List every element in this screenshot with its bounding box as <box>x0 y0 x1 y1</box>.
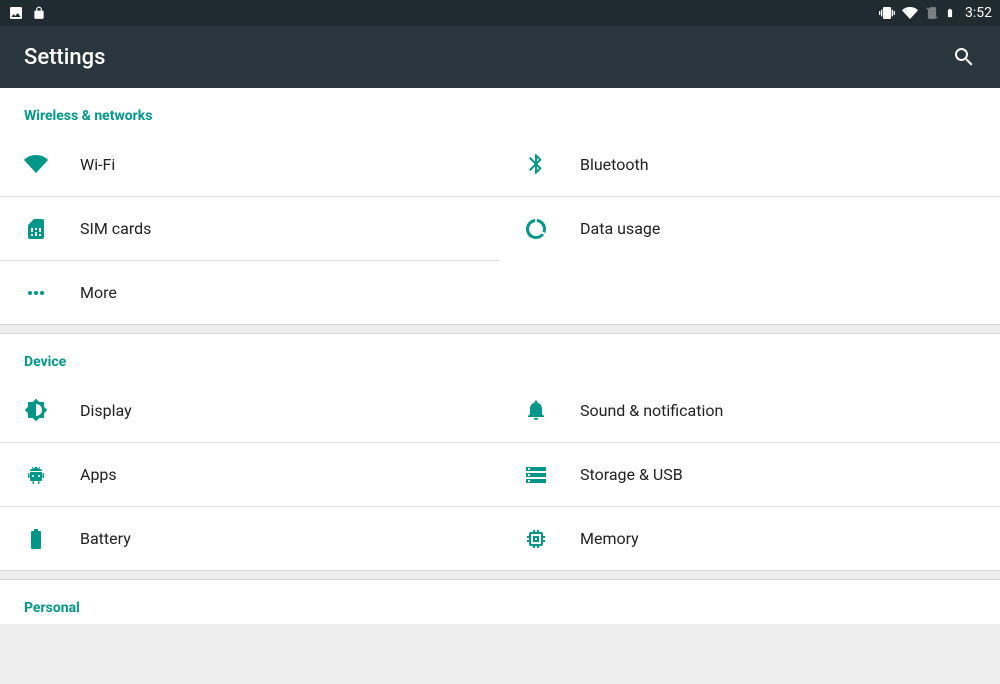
settings-item-label: Memory <box>580 529 639 548</box>
more-icon <box>24 281 80 305</box>
settings-item-label: Apps <box>80 465 117 484</box>
settings-item-label: SIM cards <box>80 219 151 238</box>
settings-item-label: Bluetooth <box>580 155 649 174</box>
settings-item-more[interactable]: More <box>0 260 500 324</box>
display-icon <box>24 398 80 422</box>
section-personal: Personal <box>0 580 1000 624</box>
battery-icon <box>945 5 955 21</box>
search-button[interactable] <box>952 45 976 69</box>
wifi-status-icon <box>901 5 919 21</box>
settings-item-label: Battery <box>80 529 131 548</box>
settings-item-wifi[interactable]: Wi-Fi <box>0 132 500 196</box>
settings-item-apps[interactable]: Apps <box>0 442 500 506</box>
apps-icon <box>24 463 80 487</box>
settings-item-memory[interactable]: Memory <box>500 506 1000 570</box>
settings-item-sim[interactable]: SIM cards <box>0 196 500 260</box>
no-sim-icon <box>925 5 939 21</box>
memory-icon <box>524 527 580 551</box>
settings-item-battery[interactable]: Battery <box>0 506 500 570</box>
settings-item-label: Data usage <box>580 219 660 238</box>
settings-item-label: Storage & USB <box>580 465 683 484</box>
wifi-icon <box>24 152 80 176</box>
settings-item-sound[interactable]: Sound & notification <box>500 378 1000 442</box>
status-bar: 3:52 <box>0 0 1000 26</box>
lock-icon <box>32 6 46 20</box>
battery-icon <box>24 527 80 551</box>
section-header-personal: Personal <box>0 580 1000 624</box>
section-wireless: Wireless & networks Wi-Fi Bluetooth SIM … <box>0 88 1000 324</box>
page-title: Settings <box>24 45 105 70</box>
settings-item-label: Sound & notification <box>580 401 723 420</box>
settings-item-display[interactable]: Display <box>0 378 500 442</box>
storage-icon <box>524 463 580 487</box>
settings-item-label: Display <box>80 401 132 420</box>
settings-item-label: More <box>80 283 117 302</box>
vibrate-icon <box>879 5 895 21</box>
bluetooth-icon <box>524 152 580 176</box>
bell-icon <box>524 398 580 422</box>
section-divider <box>0 324 1000 334</box>
settings-item-data-usage[interactable]: Data usage <box>500 196 1000 260</box>
image-icon <box>8 5 24 21</box>
section-header-wireless: Wireless & networks <box>0 88 1000 132</box>
data-usage-icon <box>524 217 580 241</box>
section-divider <box>0 570 1000 580</box>
search-icon <box>952 45 976 69</box>
settings-item-bluetooth[interactable]: Bluetooth <box>500 132 1000 196</box>
app-bar: Settings <box>0 26 1000 88</box>
settings-item-label: Wi-Fi <box>80 155 115 174</box>
settings-item-storage[interactable]: Storage & USB <box>500 442 1000 506</box>
section-device: Device Display Sound & notification Apps… <box>0 334 1000 570</box>
status-clock: 3:52 <box>965 5 992 21</box>
sim-icon <box>24 217 80 241</box>
section-header-device: Device <box>0 334 1000 378</box>
